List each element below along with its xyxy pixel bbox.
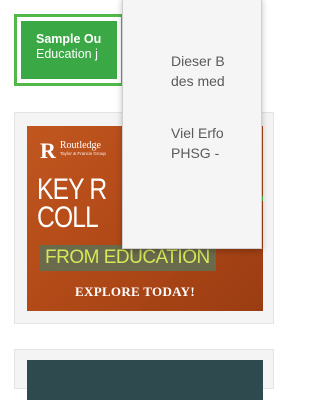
sample-title: Sample Ou — [36, 32, 102, 46]
brand-name: Routledge — [59, 140, 101, 151]
popup-line-4: PHSG - — [171, 145, 220, 161]
popup-dialog: Dieser B des med Viel Erfo PHSG - — [122, 0, 262, 249]
secondary-card-image[interactable] — [27, 360, 263, 400]
headline-line-1: KEY R — [37, 173, 107, 206]
brand-tagline: Taylor & Francis Group — [59, 151, 106, 156]
popup-line-2: des med — [171, 73, 225, 89]
secondary-card — [14, 349, 274, 400]
headline-line-2: COLL — [37, 201, 99, 234]
popup-text-1: Dieser B des med — [171, 51, 225, 91]
page: Sample Ou Education j R Routledge Taylor… — [0, 0, 274, 400]
r-logo-icon: R — [40, 138, 56, 163]
sample-tile[interactable]: Sample Ou Education j — [14, 14, 124, 86]
popup-line-1: Dieser B — [171, 53, 225, 69]
popup-line-3: Viel Erfo — [171, 125, 224, 141]
sample-tile-inner[interactable]: Sample Ou Education j — [21, 21, 117, 79]
popup-text-2: Viel Erfo PHSG - — [171, 123, 224, 163]
explore-link[interactable]: EXPLORE TODAY! — [27, 284, 263, 300]
sample-subtitle: Education j — [36, 47, 98, 61]
routledge-logo: R Routledge Taylor & Francis Group — [40, 140, 106, 162]
ad-headline: KEY R COLL — [37, 173, 107, 234]
